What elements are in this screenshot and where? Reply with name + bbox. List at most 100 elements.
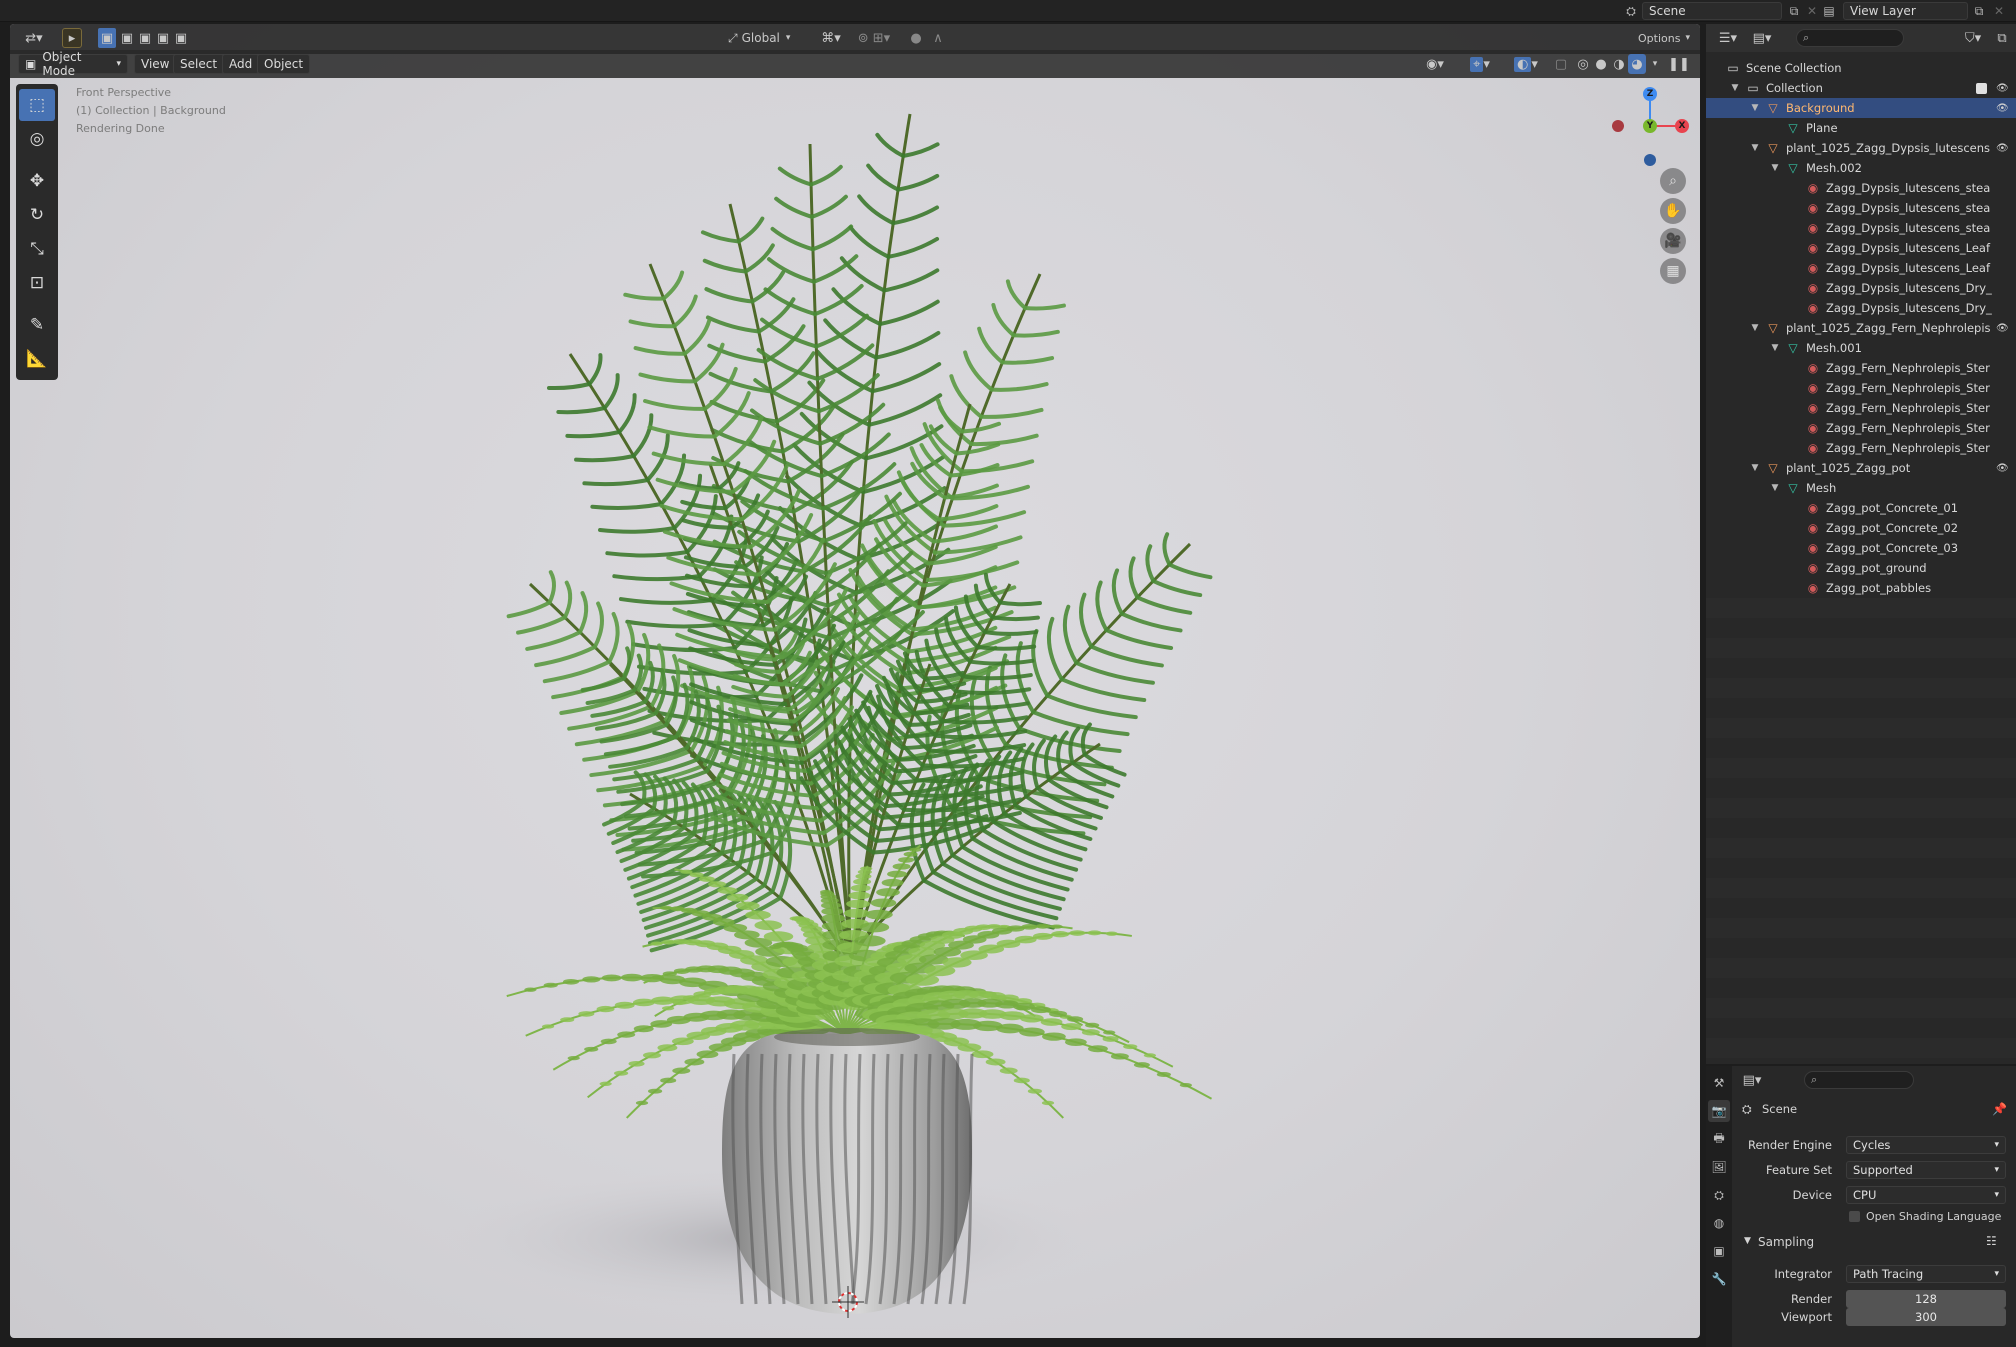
visibility-eye-icon[interactable]: 👁 (1996, 463, 2009, 474)
perspective-toggle-icon[interactable]: ▦ (1660, 258, 1686, 284)
presets-list-icon[interactable]: ☷ (1986, 1234, 1997, 1248)
outliner-row[interactable]: ◉ Zagg_Dypsis_lutescens_stea (1706, 218, 2016, 238)
scene-name-field[interactable]: Scene (1642, 2, 1782, 20)
pin-icon[interactable]: 📌 (1992, 1102, 2007, 1116)
view-layer-field[interactable]: View Layer (1843, 2, 1968, 20)
outliner-editor-type-icon[interactable]: ☰▾ (1714, 28, 1742, 48)
outliner-row[interactable]: ▼ ▽ Mesh.001 (1706, 338, 2016, 358)
expand-toggle-icon[interactable]: ▼ (1770, 483, 1780, 493)
properties-search-input[interactable]: ⌕ (1804, 1071, 1914, 1089)
scene-selector-icon[interactable]: ⛭ (1622, 3, 1640, 19)
expand-toggle-icon[interactable]: ▼ (1750, 323, 1760, 333)
outliner-empty-row (1706, 838, 2016, 858)
annotate-tool-icon[interactable]: ✎ (19, 309, 55, 341)
outliner-search-input[interactable]: ⌕ (1796, 29, 1904, 47)
new-scene-icon[interactable]: ⧉ (1785, 3, 1803, 19)
material-icon: ◉ (1807, 221, 1819, 235)
view-layer-name: View Layer (1850, 4, 1916, 18)
render-engine-value: Cycles (1853, 1138, 1891, 1152)
new-view-layer-icon[interactable]: ⧉ (1970, 3, 1988, 19)
camera-view-icon[interactable]: 🎥 (1660, 228, 1686, 254)
viewport-samples-field[interactable]: 300 (1846, 1308, 2006, 1326)
osl-checkbox[interactable] (1849, 1211, 1860, 1222)
outliner-row[interactable]: ▼ ▽ plant_1025_Zagg_Dypsis_lutescens 👁 (1706, 138, 2016, 158)
display-mode-icon[interactable]: ▤▾ (1748, 28, 1776, 48)
outliner-row[interactable]: ▼ ▭ Collection 👁 (1706, 78, 2016, 98)
visibility-eye-icon[interactable]: 👁 (1996, 143, 2009, 154)
integrator-dropdown[interactable]: Path Tracing ▾ (1846, 1265, 2006, 1283)
pan-hand-icon[interactable]: ✋ (1660, 198, 1686, 224)
outliner-row[interactable]: ▼ ▽ Mesh (1706, 478, 2016, 498)
cursor-tool-icon[interactable]: ◎ (19, 123, 55, 155)
outliner-row[interactable]: ◉ Zagg_pot_Concrete_02 (1706, 518, 2016, 538)
scene-tab-icon[interactable]: ⛭ (1708, 1184, 1730, 1206)
outliner-empty-row (1706, 958, 2016, 978)
outliner-row[interactable]: ▭ Scene Collection (1706, 58, 2016, 78)
material-icon: ◉ (1807, 241, 1819, 255)
outliner-empty-row (1706, 698, 2016, 718)
collection-icon: ▭ (1747, 81, 1759, 95)
modifier-tab-icon[interactable]: 🔧 (1708, 1268, 1730, 1290)
transform-tool-icon[interactable]: ⊡ (19, 267, 55, 299)
expand-toggle-icon[interactable]: ▼ (1770, 343, 1780, 353)
outliner-row[interactable]: ◉ Zagg_Fern_Nephrolepis_Ster (1706, 378, 2016, 398)
feature-set-dropdown[interactable]: Supported ▾ (1846, 1161, 2006, 1179)
delete-view-layer-icon[interactable]: ✕ (1990, 3, 2008, 19)
world-tab-icon[interactable]: ◍ (1708, 1212, 1730, 1234)
rotate-tool-icon[interactable]: ↻ (19, 199, 55, 231)
outliner-empty-row (1706, 918, 2016, 938)
outliner-row[interactable]: ◉ Zagg_pot_Concrete_03 (1706, 538, 2016, 558)
exclude-checkbox[interactable] (1976, 83, 1987, 94)
visibility-eye-icon[interactable]: 👁 (1996, 323, 2009, 334)
outliner-row[interactable]: ▼ ▽ plant_1025_Zagg_Fern_Nephrolepis 👁 (1706, 318, 2016, 338)
measure-tool-icon[interactable]: 📐 (19, 343, 55, 375)
visibility-eye-icon[interactable]: 👁 (1996, 83, 2009, 94)
outliner-row[interactable]: ◉ Zagg_Dypsis_lutescens_stea (1706, 198, 2016, 218)
outliner-row[interactable]: ◉ Zagg_Dypsis_lutescens_Dry_ (1706, 298, 2016, 318)
render-samples-field[interactable]: 128 (1846, 1290, 2006, 1308)
material-icon: ◉ (1807, 521, 1819, 535)
render-engine-dropdown[interactable]: Cycles ▾ (1846, 1136, 2006, 1154)
object-tab-icon[interactable]: ▣ (1708, 1240, 1730, 1262)
view-layer-tab-icon[interactable]: 🖼 (1708, 1156, 1730, 1178)
expand-toggle-icon[interactable]: ▼ (1770, 163, 1780, 173)
delete-scene-icon[interactable]: ✕ (1803, 3, 1821, 19)
expand-toggle-icon[interactable]: ▼ (1730, 83, 1740, 93)
sampling-panel-header[interactable]: ▼ Sampling ☷ (1738, 1233, 2016, 1253)
device-dropdown[interactable]: CPU ▾ (1846, 1186, 2006, 1204)
outliner-row[interactable]: ◉ Zagg_Fern_Nephrolepis_Ster (1706, 418, 2016, 438)
integrator-label: Integrator (1774, 1267, 1832, 1281)
outliner-row[interactable]: ◉ Zagg_pot_ground (1706, 558, 2016, 578)
outliner-row[interactable]: ▼ ▽ Background 👁 (1706, 98, 2016, 118)
output-tab-icon[interactable]: 🖶 (1708, 1128, 1730, 1150)
view-layer-selector-icon[interactable]: ▤ (1820, 3, 1838, 19)
3d-viewport[interactable]: ⇄▾ ▸ ▣ ▣ ▣ ▣ ▣ ⤢ Global ▾ ⌘▾ ⊚ ⊞▾ ● ∧ Opti… (10, 24, 1700, 1338)
outliner-row[interactable]: ▼ ▽ Mesh.002 (1706, 158, 2016, 178)
outliner-empty-row (1706, 678, 2016, 698)
move-tool-icon[interactable]: ✥ (19, 165, 55, 197)
outliner-row[interactable]: ◉ Zagg_pot_pabbles (1706, 578, 2016, 598)
properties-editor-type-icon[interactable]: ▤▾ (1738, 1070, 1766, 1090)
zoom-icon[interactable]: ⌕ (1660, 168, 1686, 194)
outliner-row[interactable]: ◉ Zagg_Fern_Nephrolepis_Ster (1706, 358, 2016, 378)
outliner-row[interactable]: ◉ Zagg_Fern_Nephrolepis_Ster (1706, 398, 2016, 418)
tool-tab-icon[interactable]: ⚒ (1708, 1072, 1730, 1094)
outliner-row[interactable]: ◉ Zagg_Dypsis_lutescens_Leaf (1706, 238, 2016, 258)
outliner-row[interactable]: ▽ Plane (1706, 118, 2016, 138)
outliner-row[interactable]: ▼ ▽ plant_1025_Zagg_pot 👁 (1706, 458, 2016, 478)
expand-toggle-icon[interactable]: ▼ (1750, 103, 1760, 113)
expand-toggle-icon[interactable]: ▼ (1750, 463, 1760, 473)
expand-toggle-icon[interactable]: ▼ (1750, 143, 1760, 153)
filter-icon[interactable]: ⛉▾ (1958, 28, 1988, 48)
visibility-eye-icon[interactable]: 👁 (1996, 103, 2009, 114)
select-box-tool-icon[interactable]: ⬚ (19, 89, 55, 121)
scale-tool-icon[interactable]: ⤡ (19, 233, 55, 265)
new-collection-icon[interactable]: ⧉ (1992, 28, 2012, 48)
outliner-row[interactable]: ◉ Zagg_Dypsis_lutescens_Leaf (1706, 258, 2016, 278)
outliner-row[interactable]: ◉ Zagg_pot_Concrete_01 (1706, 498, 2016, 518)
render-tab-icon[interactable]: 📷 (1708, 1100, 1730, 1122)
outliner-row[interactable]: ◉ Zagg_Fern_Nephrolepis_Ster (1706, 438, 2016, 458)
outliner-row[interactable]: ◉ Zagg_Dypsis_lutescens_stea (1706, 178, 2016, 198)
outliner-row[interactable]: ◉ Zagg_Dypsis_lutescens_Dry_ (1706, 278, 2016, 298)
material-icon: ◉ (1807, 581, 1819, 595)
